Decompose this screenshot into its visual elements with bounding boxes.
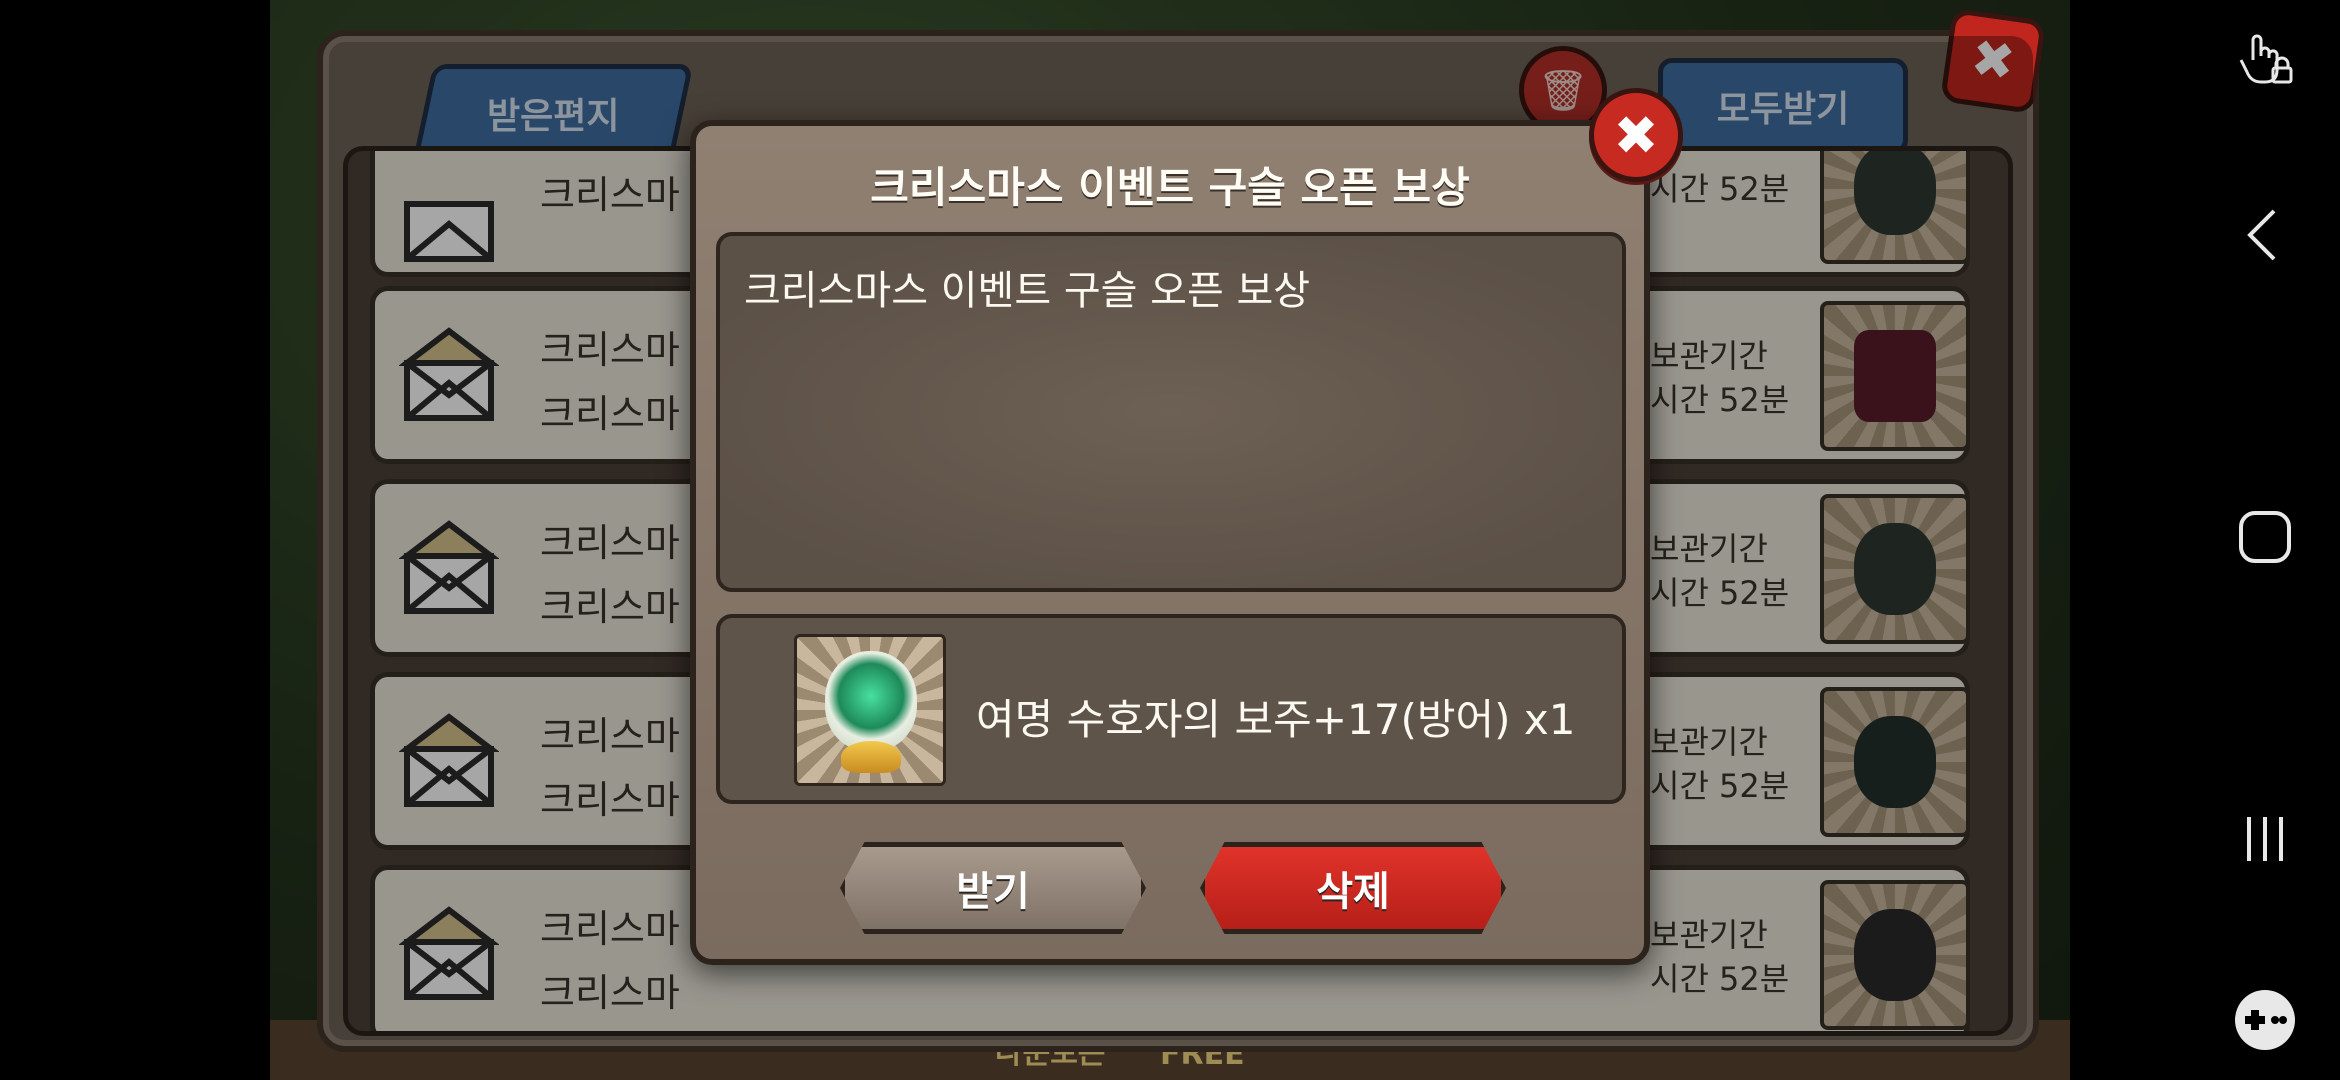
receive-button[interactable]: 받기 [840,842,1146,934]
dialog-title: 크리스마스 이벤트 구슬 오픈 보상 [870,163,1470,212]
touch-lock-icon[interactable] [2225,20,2305,100]
back-icon[interactable] [2225,195,2305,275]
recents-icon[interactable] [2225,799,2305,879]
mail-detail-dialog: 크리스마스 이벤트 구슬 오픈 보상 ✖ 크리스마스 이벤트 구슬 오픈 보상 … [690,88,1683,965]
reward-box: 여명 수호자의 보주+17(방어) x1 [716,614,1626,804]
game-launcher-icon[interactable] [2225,980,2305,1060]
reward-label: 여명 수호자의 보주+17(방어) x1 [976,695,1576,744]
dialog-message-box: 크리스마스 이벤트 구슬 오픈 보상 [716,232,1626,592]
orb-reward-icon [794,634,946,786]
delete-button[interactable]: 삭제 [1200,842,1506,934]
system-nav-bar [2190,0,2340,1080]
home-icon[interactable] [2225,497,2305,577]
close-icon[interactable]: ✖ [1589,88,1683,182]
dialog-message: 크리스마스 이벤트 구슬 오픈 보상 [744,268,1311,314]
